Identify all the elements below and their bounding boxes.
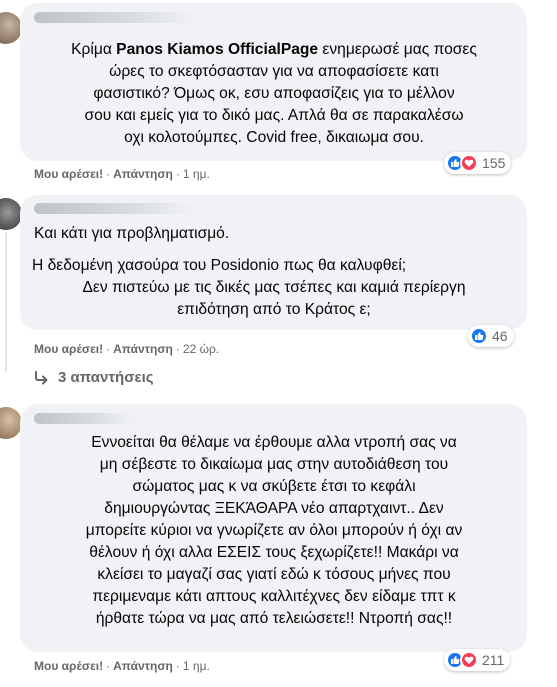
comment-text-line: Η δεδομένη χασούρα του Posidonio πως θα … bbox=[32, 257, 407, 274]
comment-bubble: Εννοείται θα θέλαμε να έρθουμε αλλα ντρο… bbox=[20, 404, 527, 652]
comment-text-line: δημιουργώντας ΞΕΚΆΘΑΡΑ νέο απαρτχαιντ.. … bbox=[104, 500, 444, 517]
comment-text-line: σώματος μας κ να σκύβετε έτσι το κεφάλι bbox=[132, 478, 416, 495]
comment-text-line: ώρες το σκεφτόσασταν για να αποφασίσετε … bbox=[109, 63, 439, 80]
comment-text-line: μπορείτε κύριοι να γνωρίζετε αν όλοι μπο… bbox=[85, 522, 463, 539]
avatar[interactable] bbox=[0, 12, 22, 44]
comment-bubble: Και κάτι για προβληματισμό. Η δεδομένη χ… bbox=[20, 195, 527, 330]
reaction-count: 155 bbox=[482, 155, 506, 171]
comment-timestamp[interactable]: 1 ημ. bbox=[183, 167, 210, 181]
comment-text-line: φασιστικό? Όμως οκ, εσυ αποφασίζεις για … bbox=[93, 85, 455, 102]
comment-bubble: Κρίμα Panos Kiamos OfficialPage ενημερωσ… bbox=[20, 3, 527, 161]
comment-text: Δεν πιστεύω με τις δικές μας τσέπες και … bbox=[34, 277, 514, 321]
comment-text-line: ήρθατε τώρα να μας από τελειώσετε!! Ντρο… bbox=[95, 610, 453, 627]
separator-dot: · bbox=[106, 167, 111, 181]
like-button[interactable]: Μου αρέσει! bbox=[34, 342, 103, 356]
comment-timestamp[interactable]: 1 ημ. bbox=[183, 659, 210, 673]
reaction-summary[interactable]: 155 bbox=[444, 152, 512, 174]
comment-text: Κρίμα Panos Kiamos OfficialPage ενημερωσ… bbox=[34, 39, 514, 149]
like-reaction-icon bbox=[470, 327, 488, 345]
comment-text-line: μη σέβεστε το δικαίωμα μας στην αυτοδιάθ… bbox=[99, 456, 449, 473]
thread-line bbox=[5, 232, 7, 372]
reaction-count: 211 bbox=[482, 652, 505, 668]
comment-text-line: Εννοείται θα θέλαμε να έρθουμε αλλα ντρο… bbox=[91, 434, 457, 451]
separator-dot: · bbox=[175, 167, 180, 181]
reply-button[interactable]: Απάντηση bbox=[113, 167, 173, 181]
comment-text-line: κλείσει το μαγαζί σας γιατί εδώ κ τόσους… bbox=[97, 566, 451, 583]
separator-dot: · bbox=[106, 342, 111, 356]
comment-text-line: Κρίμα Panos Kiamos OfficialPage ενημερωσ… bbox=[71, 41, 477, 58]
comment-actions: Μου αρέσει! · Απάντηση · 1 ημ. bbox=[34, 167, 210, 181]
avatar[interactable] bbox=[0, 407, 22, 439]
comment-text-line: θέλουν ή όχι αλλα ΕΣΕΙΣ τους ξεχωρίζετε!… bbox=[89, 544, 459, 561]
like-button[interactable]: Μου αρέσει! bbox=[34, 659, 103, 673]
reply-arrow-icon bbox=[35, 370, 48, 384]
comment-author-name[interactable] bbox=[34, 203, 214, 214]
comment-text-line: Και κάτι για προβληματισμό. bbox=[34, 225, 230, 242]
comment-actions: Μου αρέσει! · Απάντηση · 1 ημ. bbox=[34, 659, 210, 673]
comment-text-line: περιμεναμε κάτι απτους καλλιτέχνες δεν ε… bbox=[92, 588, 456, 605]
comment-author-name[interactable] bbox=[34, 12, 214, 23]
separator-dot: · bbox=[175, 659, 180, 673]
avatar[interactable] bbox=[0, 198, 22, 230]
view-replies-link[interactable]: 3 απαντήσεις bbox=[34, 369, 154, 386]
comment-text-line: επιδότηση από το Κράτος ε; bbox=[177, 301, 371, 318]
replies-count-label: 3 απαντήσεις bbox=[58, 369, 154, 386]
separator-dot: · bbox=[175, 342, 180, 356]
love-reaction-icon bbox=[460, 651, 478, 669]
mentioned-page-link[interactable]: Panos Kiamos OfficialPage bbox=[116, 41, 318, 58]
love-reaction-icon bbox=[460, 154, 478, 172]
reaction-summary[interactable]: 46 bbox=[468, 325, 514, 347]
comment-author-name[interactable] bbox=[34, 413, 144, 424]
comment-text: Και κάτι για προβληματισμό. Η δεδομένη χ… bbox=[32, 223, 514, 277]
like-button[interactable]: Μου αρέσει! bbox=[34, 167, 103, 181]
reaction-summary[interactable]: 211 bbox=[444, 649, 511, 671]
comment-text: Εννοείται θα θέλαμε να έρθουμε αλλα ντρο… bbox=[34, 432, 514, 630]
comment-timestamp[interactable]: 22 ώρ. bbox=[183, 342, 219, 356]
reaction-count: 46 bbox=[492, 328, 508, 344]
reply-button[interactable]: Απάντηση bbox=[113, 342, 173, 356]
separator-dot: · bbox=[106, 659, 111, 673]
comment-text-line: Δεν πιστεύω με τις δικές μας τσέπες και … bbox=[82, 279, 466, 296]
comment-text-line: οχι κολοτούμπες. Covid free, δικαιωμα σο… bbox=[124, 129, 424, 146]
reply-button[interactable]: Απάντηση bbox=[113, 659, 173, 673]
comment-text-line: σου και εμείς για το δικό μας. Απλά θα σ… bbox=[84, 107, 464, 124]
comment-actions: Μου αρέσει! · Απάντηση · 22 ώρ. bbox=[34, 342, 219, 356]
